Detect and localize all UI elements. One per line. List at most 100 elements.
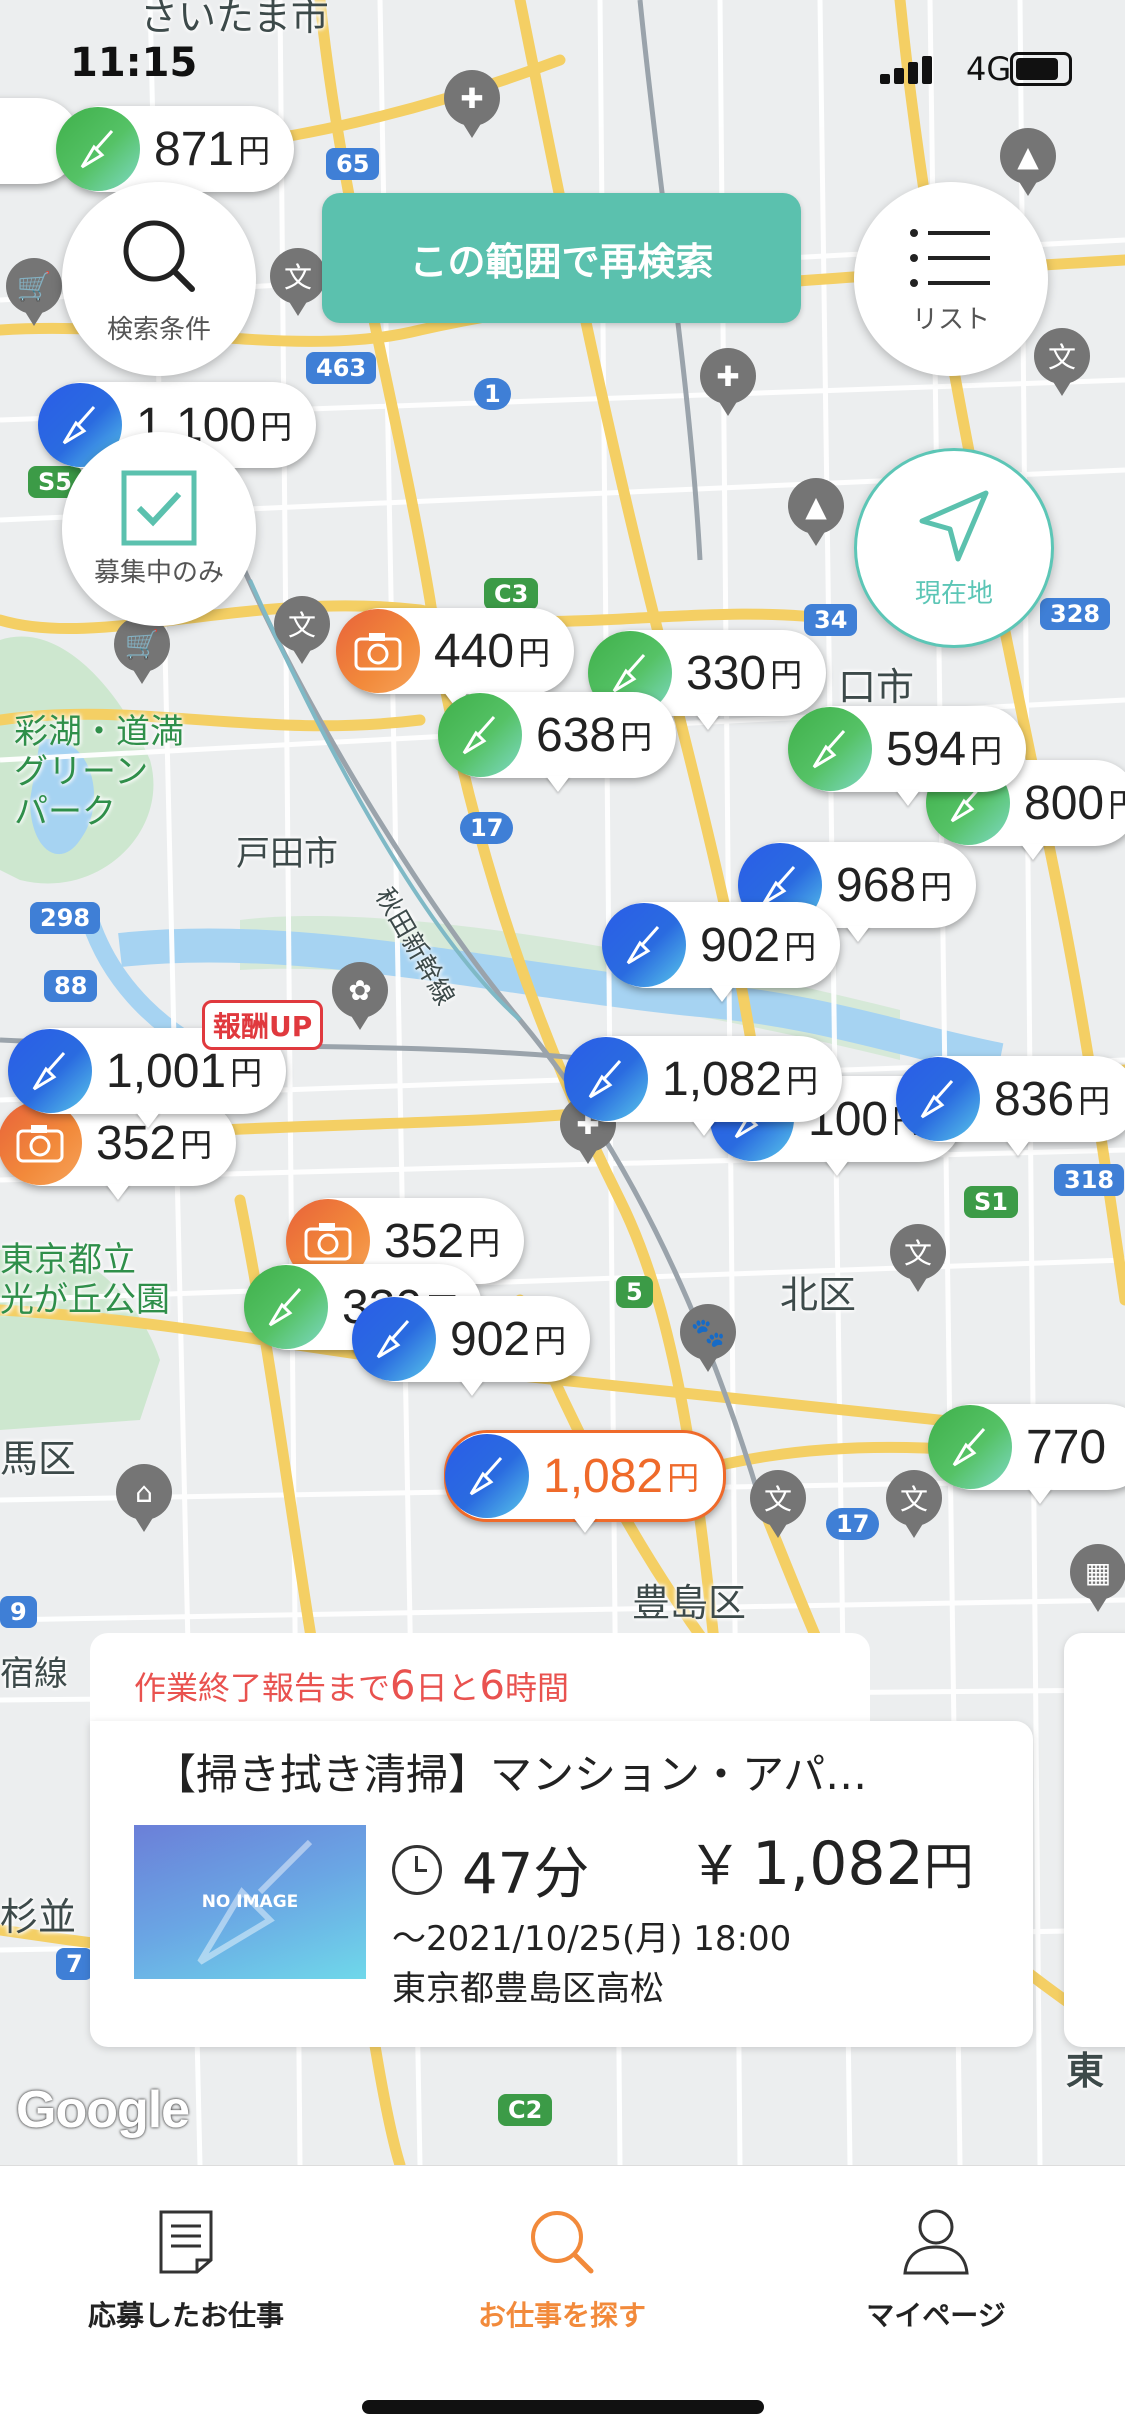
- broom-icon: [896, 1057, 980, 1141]
- job-deadline-date: ～2021/10/25(月) 18:00: [392, 1919, 792, 1959]
- road-shield: 318: [1054, 1164, 1125, 1196]
- broom-icon: [788, 707, 872, 791]
- broom-icon: [602, 903, 686, 987]
- place-hikarigaoka: 東京都立 光が丘公園: [0, 1240, 170, 1320]
- marker-unit: 円: [667, 1459, 700, 1497]
- road-shield: 17: [460, 812, 514, 844]
- road-shield: 1: [474, 378, 511, 410]
- school-icon: 文: [274, 596, 330, 652]
- network-type: 4G: [966, 50, 1012, 88]
- tab-my-page[interactable]: マイページ: [786, 2202, 1086, 2334]
- tab-applied-jobs[interactable]: 応募したお仕事: [36, 2202, 336, 2334]
- tab-label: お仕事を探す: [477, 2299, 646, 2332]
- list-label: リスト: [911, 304, 990, 335]
- parking-icon: ▦: [1070, 1544, 1125, 1600]
- school-icon: 文: [886, 1470, 942, 1526]
- person-icon: [903, 2209, 969, 2275]
- broom-icon: [445, 1434, 529, 1518]
- search-icon: [531, 2211, 594, 2274]
- status-time: 11:15: [70, 40, 198, 86]
- screen: さいたま市 口市 彩湖・道満 グリーン パーク 戸田市 秋田新幹線 東京都立 光…: [0, 0, 1125, 2436]
- tab-find-jobs[interactable]: お仕事を探す: [412, 2202, 712, 2334]
- marker-unit: 円: [620, 718, 653, 756]
- status-bar: 11:15 4G: [0, 0, 1125, 135]
- marker-unit: 円: [1108, 786, 1125, 824]
- report-deadline: 作業終了報告まで6日と6時間: [134, 1663, 569, 1709]
- place-toda: 戸田市: [236, 834, 338, 874]
- tab-bar: 応募したお仕事 お仕事を探す マイページ: [0, 2165, 1125, 2436]
- job-fee: ￥ 1,082円: [688, 1829, 974, 1899]
- job-marker[interactable]: 1,082 円: [564, 1036, 843, 1122]
- job-marker[interactable]: 770: [928, 1404, 1125, 1490]
- road-shield: 328: [1040, 598, 1111, 630]
- job-card[interactable]: 作業終了報告まで6日と6時間 【掃き拭き清掃】マンション・アパ… NO IMAG…: [90, 1633, 1033, 2047]
- place-toshima: 豊島区: [632, 1581, 747, 1625]
- marker-price: 902: [700, 918, 781, 972]
- road-shield: 463: [306, 352, 377, 384]
- camera-icon: [336, 609, 420, 693]
- recruiting-only-label: 募集中のみ: [93, 557, 224, 588]
- location-arrow-icon: [919, 490, 989, 561]
- school-icon: 文: [1034, 328, 1090, 384]
- tab-label: 応募したお仕事: [87, 2299, 284, 2332]
- marker-unit: 円: [1078, 1082, 1111, 1120]
- job-title: 【掃き拭き清掃】マンション・アパ…: [154, 1750, 868, 1799]
- clock-icon: [392, 1844, 442, 1895]
- road-shield: C2: [498, 2094, 553, 2126]
- broom-icon: [352, 1297, 436, 1381]
- broom-icon: [438, 693, 522, 777]
- tree-icon: ▲: [1000, 128, 1056, 184]
- paw-icon: 🐾: [680, 1304, 736, 1360]
- marker-price: 902: [450, 1312, 531, 1366]
- tree-icon: ▲: [788, 478, 844, 534]
- job-marker[interactable]: 594 円: [788, 706, 1027, 792]
- job-marker-selected[interactable]: 1,082 円: [444, 1430, 727, 1522]
- search-icon: [123, 220, 195, 292]
- place-higashi: 東: [1066, 2049, 1105, 2093]
- broom-icon: [8, 1029, 92, 1113]
- research-area-button[interactable]: この範囲で再検索: [322, 193, 801, 323]
- list-button[interactable]: リスト: [854, 182, 1048, 376]
- job-marker[interactable]: 836 円: [896, 1056, 1125, 1142]
- marker-unit: 円: [230, 1054, 263, 1092]
- job-address: 東京都豊島区高松: [392, 1969, 664, 2009]
- place-nerima: 馬区: [0, 1437, 77, 1481]
- school-icon: 文: [270, 248, 326, 304]
- flower-icon: ✿: [332, 962, 388, 1018]
- job-marker[interactable]: 440 円: [336, 608, 575, 694]
- job-marker[interactable]: 902 円: [352, 1296, 591, 1382]
- search-conditions-label: 検索条件: [106, 314, 211, 345]
- job-thumbnail: NO IMAGE: [134, 1825, 366, 1979]
- school-icon: 文: [750, 1470, 806, 1526]
- shopping-cart-icon: 🛒: [6, 258, 62, 314]
- next-job-card-peek[interactable]: [1064, 1633, 1125, 2047]
- search-conditions-button[interactable]: 検索条件: [62, 182, 256, 376]
- marker-price: 968: [836, 858, 917, 912]
- place-kita: 北区: [780, 1273, 857, 1317]
- school-icon: 文: [890, 1224, 946, 1280]
- home-indicator[interactable]: [362, 2400, 764, 2414]
- job-card-body: 【掃き拭き清掃】マンション・アパ… NO IMAGE 47分 ￥ 1,082円 ～…: [90, 1721, 1033, 2047]
- marker-unit: 円: [784, 928, 817, 966]
- marker-price: 638: [536, 708, 617, 762]
- job-marker[interactable]: 638 円: [438, 692, 677, 778]
- document-icon: [159, 2210, 213, 2274]
- marker-price: 330: [686, 646, 767, 700]
- road-shield: S1: [964, 1186, 1018, 1218]
- job-marker[interactable]: 902 円: [602, 902, 841, 988]
- road-shield: 34: [804, 604, 858, 636]
- marker-unit: 円: [970, 732, 1003, 770]
- recruiting-only-toggle[interactable]: 募集中のみ: [62, 432, 256, 626]
- road-shield: C3: [484, 578, 539, 610]
- job-duration: 47分: [392, 1829, 589, 1910]
- marker-price: 1,082: [662, 1052, 783, 1106]
- marker-unit: 円: [260, 408, 293, 446]
- signal-icon: [880, 54, 940, 84]
- hospital-icon: ✚: [700, 348, 756, 404]
- marker-price: 440: [434, 624, 515, 678]
- broom-icon: [564, 1037, 648, 1121]
- marker-unit: 円: [468, 1224, 501, 1262]
- current-location-button[interactable]: 現在地: [854, 448, 1054, 648]
- marker-price: 352: [384, 1214, 465, 1268]
- broom-icon: [928, 1405, 1012, 1489]
